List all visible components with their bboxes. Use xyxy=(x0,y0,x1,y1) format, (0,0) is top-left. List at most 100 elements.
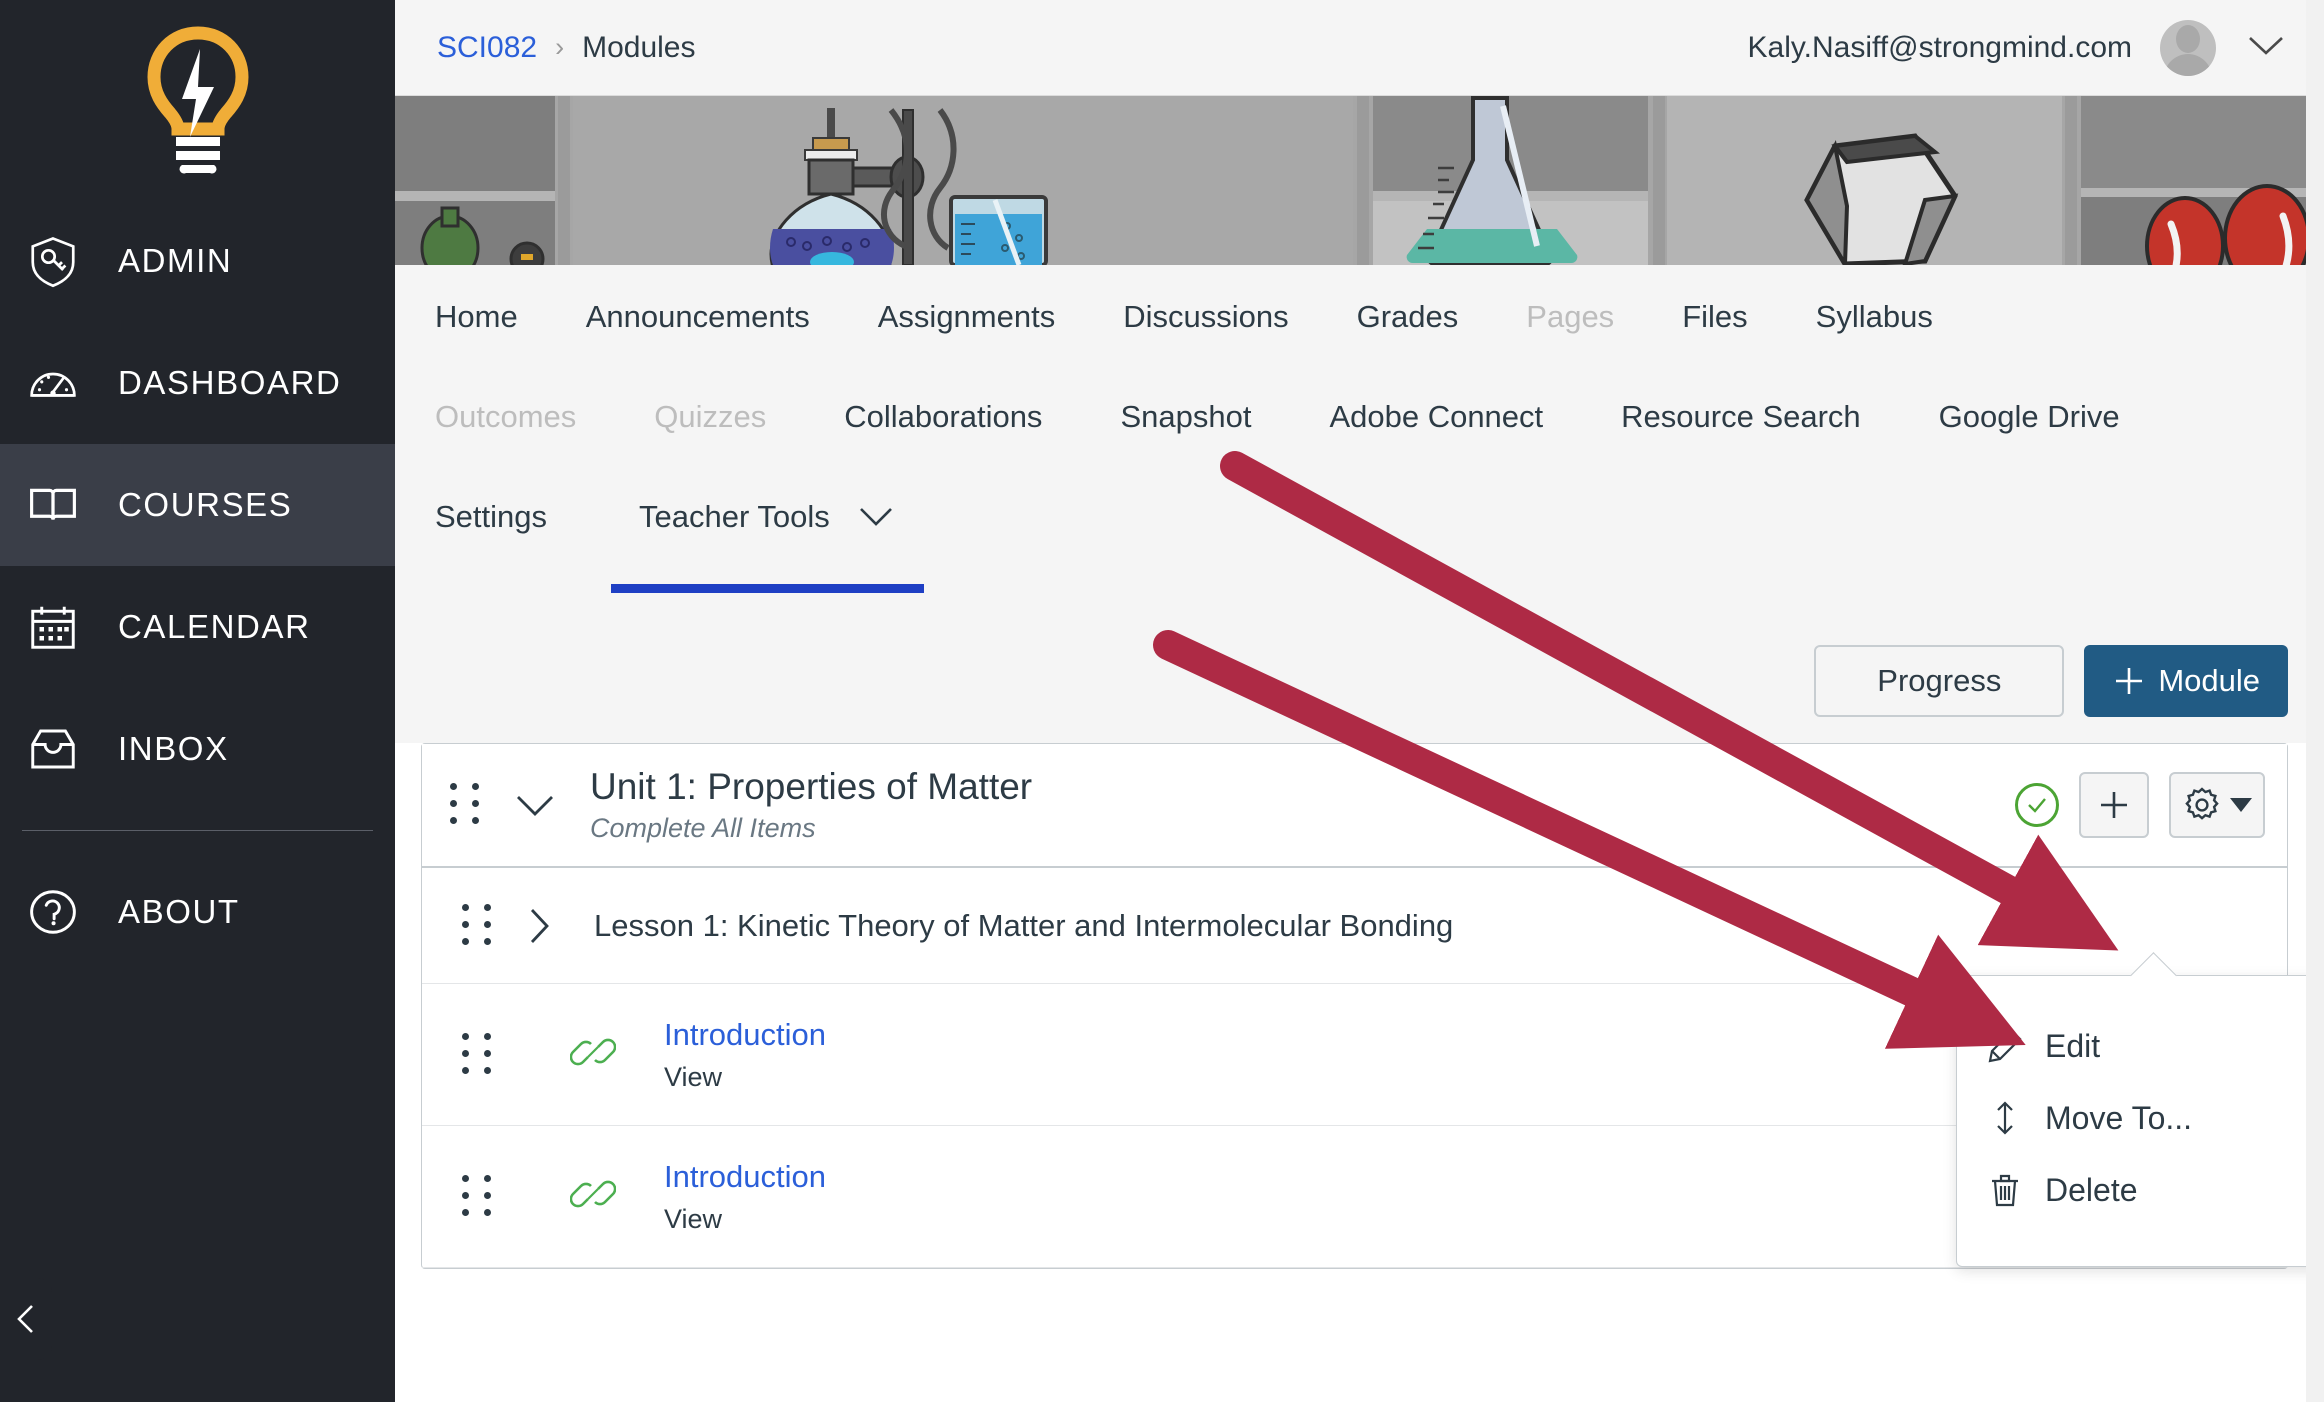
move-updown-icon xyxy=(1997,1101,2013,1135)
module-settings-button[interactable] xyxy=(2169,772,2265,838)
collapse-sidebar-button[interactable] xyxy=(0,1278,52,1360)
link-icon xyxy=(569,1171,620,1222)
module-context-menu: Edit Move To... Delete xyxy=(1956,975,2324,1267)
page-root: ADMIN DASHBOARD COURSES CALENDAR INBOX A… xyxy=(0,0,2324,1402)
menu-item-edit[interactable]: Edit xyxy=(1957,1010,2323,1082)
lesson-title: Lesson 1: Kinetic Theory of Matter and I… xyxy=(594,907,1454,943)
tab-collaborations[interactable]: Collaborations xyxy=(844,399,1042,447)
menu-item-delete[interactable]: Delete xyxy=(1957,1154,2323,1226)
sidebar-item-label: INBOX xyxy=(118,730,229,767)
add-module-item-button[interactable] xyxy=(2079,772,2149,838)
tab-teacher-tools-label: Teacher Tools xyxy=(639,499,830,534)
drag-handle-icon[interactable] xyxy=(462,903,496,948)
lightbulb-logo[interactable] xyxy=(0,0,395,200)
course-banner-image xyxy=(395,96,2324,265)
chevron-right-icon xyxy=(530,908,549,943)
module-item-type: View xyxy=(664,1203,723,1234)
add-module-label: Module xyxy=(2158,663,2260,698)
user-avatar[interactable] xyxy=(2160,19,2216,76)
sidebar-item-courses[interactable]: COURSES xyxy=(0,444,395,566)
module-action-bar: Progress Module xyxy=(395,619,2324,743)
gauge-icon xyxy=(22,352,84,414)
plus-icon xyxy=(2101,792,2127,818)
tab-syllabus[interactable]: Syllabus xyxy=(1816,299,1933,347)
breadcrumb-separator: › xyxy=(555,32,565,62)
chevron-down-icon xyxy=(517,796,553,816)
tab-adobe-connect[interactable]: Adobe Connect xyxy=(1329,399,1543,447)
sidebar-item-label: DASHBOARD xyxy=(118,364,342,401)
global-sidebar: ADMIN DASHBOARD COURSES CALENDAR INBOX A… xyxy=(0,0,395,1402)
main-content: SCI082 › Modules Kaly.Nasiff@strongmind.… xyxy=(395,0,2324,1402)
tab-quizzes: Quizzes xyxy=(654,399,767,434)
course-navigation: Home Announcements Assignments Discussio… xyxy=(395,265,2324,619)
menu-item-label: Delete xyxy=(2045,1171,2138,1208)
sidebar-item-label: CALENDAR xyxy=(118,608,311,645)
caret-down-icon xyxy=(2230,798,2252,812)
module-title: Unit 1: Properties of Matter xyxy=(590,765,1033,807)
lesson-expand-button[interactable] xyxy=(510,897,568,955)
menu-item-label: Move To... xyxy=(2045,1099,2193,1136)
breadcrumb-course-link[interactable]: SCI082 xyxy=(437,31,537,65)
lesson-row[interactable]: Lesson 1: Kinetic Theory of Matter and I… xyxy=(422,868,2287,984)
course-nav-row-1: Home Announcements Assignments Discussio… xyxy=(395,299,2324,399)
drag-handle-icon[interactable] xyxy=(462,1032,496,1077)
book-icon xyxy=(22,474,84,536)
module-actions xyxy=(2015,772,2265,838)
breadcrumb-current: Modules xyxy=(582,30,696,64)
tab-home[interactable]: Home xyxy=(435,299,518,347)
module-title-group: Unit 1: Properties of Matter Complete Al… xyxy=(590,766,1032,844)
chevron-down-icon[interactable] xyxy=(2244,30,2288,65)
module-item-type: View xyxy=(664,1061,723,1092)
tab-assignments[interactable]: Assignments xyxy=(878,299,1055,347)
tab-settings[interactable]: Settings xyxy=(435,499,547,547)
sidebar-item-label: ABOUT xyxy=(118,893,240,930)
inbox-icon xyxy=(22,718,84,780)
sidebar-item-dashboard[interactable]: DASHBOARD xyxy=(0,322,395,444)
drag-handle-icon[interactable] xyxy=(462,1174,496,1219)
module-collapse-button[interactable] xyxy=(506,776,564,834)
top-bar: SCI082 › Modules Kaly.Nasiff@strongmind.… xyxy=(395,0,2324,96)
tab-google-drive[interactable]: Google Drive xyxy=(1939,399,2120,447)
trash-icon xyxy=(1992,1174,2018,1207)
question-circle-icon xyxy=(22,881,84,943)
menu-item-label: Edit xyxy=(2045,1027,2101,1064)
tab-announcements[interactable]: Announcements xyxy=(586,299,810,347)
sidebar-item-calendar[interactable]: CALENDAR xyxy=(0,566,395,688)
top-bar-right: Kaly.Nasiff@strongmind.com xyxy=(1747,19,2288,76)
menu-item-move-to[interactable]: Move To... xyxy=(1957,1082,2323,1154)
sidebar-item-inbox[interactable]: INBOX xyxy=(0,688,395,810)
active-tab-underline xyxy=(611,583,925,593)
chevron-down-icon xyxy=(856,501,896,537)
tab-resource-search[interactable]: Resource Search xyxy=(1621,399,1861,447)
tab-outcomes: Outcomes xyxy=(435,399,577,434)
user-email: Kaly.Nasiff@strongmind.com xyxy=(1747,30,2132,64)
sidebar-divider xyxy=(22,830,373,831)
tab-files[interactable]: Files xyxy=(1682,299,1747,347)
pencil-icon xyxy=(1988,1029,2022,1063)
tab-snapshot[interactable]: Snapshot xyxy=(1120,399,1251,447)
tab-teacher-tools[interactable]: Teacher Tools xyxy=(611,499,925,593)
vertical-scrollbar[interactable] xyxy=(2306,0,2324,1402)
plus-icon xyxy=(2116,668,2143,694)
module-item-text: Introduction View xyxy=(664,1158,826,1234)
module-item-title[interactable]: Introduction xyxy=(664,1159,826,1194)
breadcrumb: SCI082 › Modules xyxy=(437,31,695,65)
module-header: Unit 1: Properties of Matter Complete Al… xyxy=(422,744,2287,868)
drag-handle-icon[interactable] xyxy=(450,783,484,827)
sidebar-item-label: ADMIN xyxy=(118,242,233,279)
course-nav-row-2: Outcomes Quizzes Collaborations Snapshot… xyxy=(395,399,2324,499)
link-icon xyxy=(569,1029,620,1080)
shield-key-icon xyxy=(22,230,84,292)
sidebar-item-label: COURSES xyxy=(118,486,293,523)
course-nav-row-3: Settings Teacher Tools xyxy=(395,499,2324,619)
progress-button[interactable]: Progress xyxy=(1814,645,2065,717)
module-item-text: Introduction View xyxy=(664,1016,826,1092)
add-module-button[interactable]: Module xyxy=(2084,645,2288,717)
module-item-title[interactable]: Introduction xyxy=(664,1017,826,1052)
module-requirement-label: Complete All Items xyxy=(590,813,816,844)
sidebar-item-admin[interactable]: ADMIN xyxy=(0,200,395,322)
sidebar-item-about[interactable]: ABOUT xyxy=(0,851,395,973)
tab-discussions[interactable]: Discussions xyxy=(1123,299,1288,347)
tab-grades[interactable]: Grades xyxy=(1357,299,1459,347)
check-circle-icon xyxy=(2015,783,2059,827)
